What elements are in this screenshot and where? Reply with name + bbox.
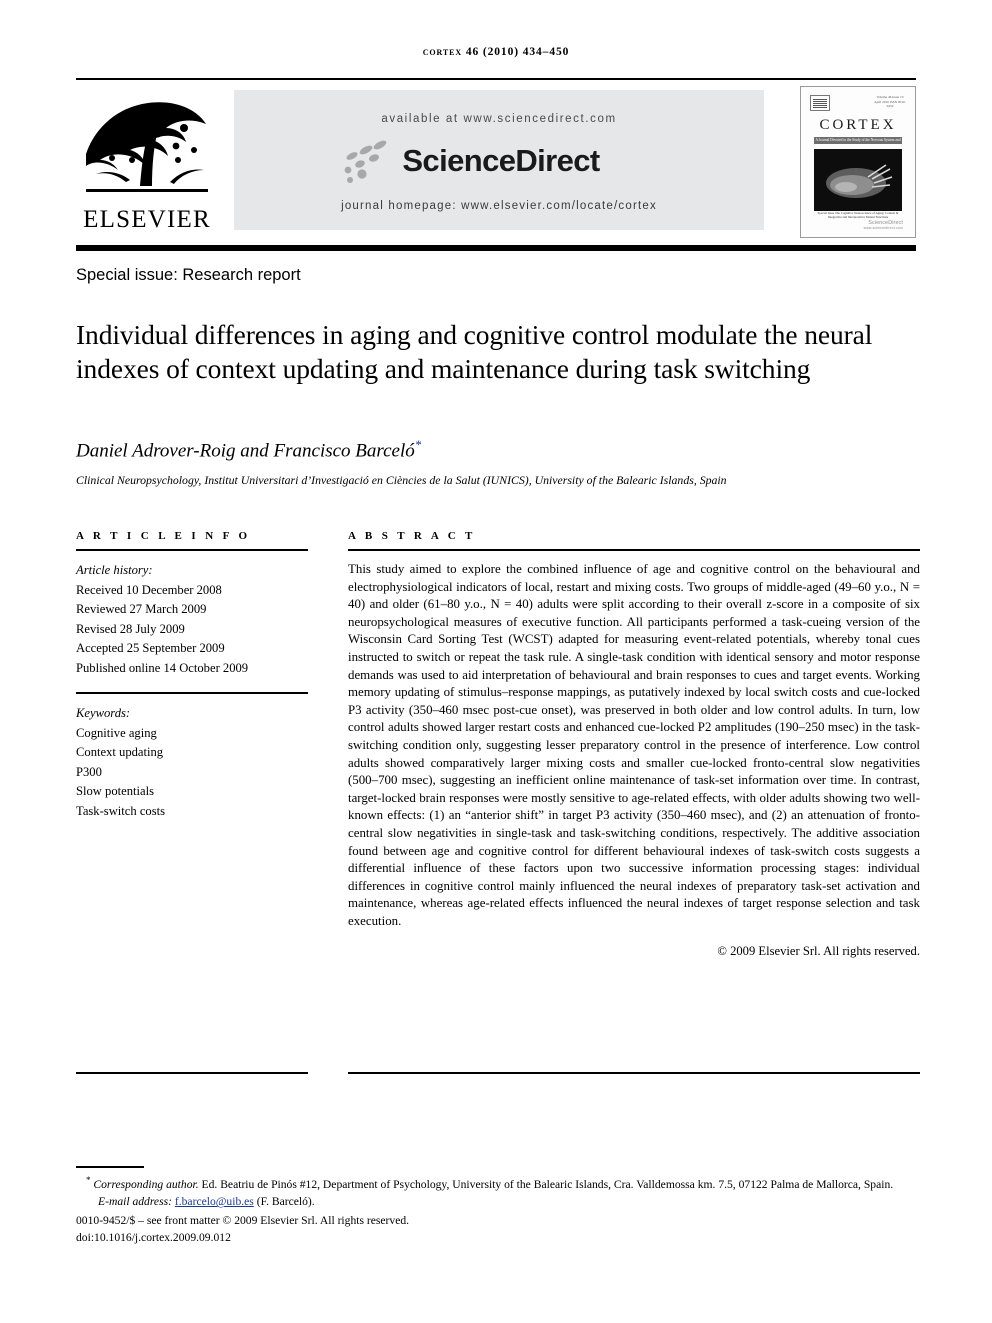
email-label: E-mail address: xyxy=(98,1195,172,1209)
article-history-title: Article history: xyxy=(76,563,153,577)
email-note: E-mail address: f.barcelo@uib.es (F. Bar… xyxy=(76,1194,922,1211)
keyword-item: Task-switch costs xyxy=(76,803,166,818)
paper-page: cortex 46 (2010) 434–450 ELSEVIER availa… xyxy=(0,0,992,1323)
page-title: Individual differences in aging and cogn… xyxy=(76,319,873,385)
copyright-line: © 2009 Elsevier Srl. All rights reserved… xyxy=(717,944,920,959)
header-rule xyxy=(76,78,916,80)
keyword-item: Slow potentials xyxy=(76,784,155,798)
journal-homepage-text: journal homepage: www.elsevier.com/locat… xyxy=(341,200,657,212)
article-history-item: Received 10 December 2008 xyxy=(76,582,222,597)
article-info-bottom-rule xyxy=(76,1072,308,1074)
abstract-rule xyxy=(348,549,920,551)
elsevier-tree-icon xyxy=(80,90,214,200)
email-link[interactable]: f.barcelo@uib.es xyxy=(175,1195,254,1208)
footnote-rule xyxy=(76,1166,144,1168)
elsevier-logo: ELSEVIER xyxy=(76,88,218,236)
running-head: cortex 46 (2010) 434–450 xyxy=(422,46,570,58)
sciencedirect-wordmark: ScienceDirect xyxy=(402,143,600,178)
article-history-item: Accepted 25 September 2009 xyxy=(76,641,225,655)
cover-issue-meta: Volume 46 Issue 10 April 2010 ISSN 0010-… xyxy=(874,95,906,109)
article-info-rule xyxy=(76,549,308,551)
keyword-item: Context updating xyxy=(76,745,164,759)
abstract-text: This study aimed to explore the combined… xyxy=(348,562,920,928)
cover-brain-image xyxy=(814,149,902,211)
abstract-heading: A B S T R A C T xyxy=(348,530,476,542)
keywords-title: Keywords: xyxy=(76,706,131,720)
footnote-marker: * xyxy=(86,1175,91,1185)
article-type-label: Special issue: Research report xyxy=(76,266,301,284)
cover-sciencedirect-sub: www.sciencedirect.com xyxy=(863,226,903,230)
journal-cover-thumbnail: Volume 46 Issue 10 April 2010 ISSN 0010-… xyxy=(800,86,916,238)
cover-journal-subtitle: A Journal Devoted to the Study of the Ne… xyxy=(814,137,902,144)
cover-publisher-logo-icon xyxy=(810,95,830,111)
email-owner: (F. Barceló). xyxy=(256,1195,315,1209)
keywords-rule xyxy=(76,692,308,694)
article-history-item: Published online 14 October 2009 xyxy=(76,660,249,675)
doi-line: doi:10.1016/j.cortex.2009.09.012 xyxy=(76,1231,231,1245)
keyword-item: Cognitive aging xyxy=(76,725,157,740)
cover-sciencedirect-mark: ScienceDirect www.sciencedirect.com xyxy=(864,220,903,230)
corresponding-author-marker: * xyxy=(414,437,422,452)
keywords-list: Keywords: Cognitive aging Context updati… xyxy=(76,704,308,821)
author-names: Daniel Adrover-Roig and Francisco Barcel… xyxy=(76,440,415,462)
corresponding-author-note: * Corresponding author. Ed. Beatriu de P… xyxy=(76,1172,922,1193)
article-info-heading: A R T I C L E I N F O xyxy=(76,530,251,542)
sciencedirect-banner: available at www.sciencedirect.com Scien… xyxy=(234,90,764,230)
cover-journal-title: CORTEX xyxy=(819,117,897,133)
keyword-item: P300 xyxy=(76,764,102,779)
abstract-bottom-rule xyxy=(348,1072,920,1074)
elsevier-wordmark: ELSEVIER xyxy=(83,206,211,233)
sciencedirect-logo: ScienceDirect xyxy=(234,138,764,188)
article-history-item: Reviewed 27 March 2009 xyxy=(76,602,207,616)
corresponding-author-label: Corresponding author. xyxy=(93,1177,199,1191)
masthead-bottom-rule xyxy=(76,245,916,251)
masthead: ELSEVIER available at www.sciencedirect.… xyxy=(76,86,916,238)
tree-baseline xyxy=(86,189,208,192)
sciencedirect-dots-icon xyxy=(336,140,396,184)
article-info-column: A R T I C L E I N F O Article history: R… xyxy=(76,530,308,821)
front-matter-line: 0010-9452/$ – see front matter © 2009 El… xyxy=(76,1213,410,1227)
article-history: Article history: Received 10 December 20… xyxy=(76,561,308,678)
corresponding-author-address: Ed. Beatriu de Pinós #12, Department of … xyxy=(198,1177,894,1191)
abstract-column: A B S T R A C T This study aimed to expl… xyxy=(348,530,920,959)
author-affiliation: Clinical Neuropsychology, Institut Unive… xyxy=(76,473,727,487)
footnotes: * Corresponding author. Ed. Beatriu de P… xyxy=(76,1172,922,1247)
author-list: Daniel Adrover-Roig and Francisco Barcel… xyxy=(76,437,421,462)
article-history-item: Revised 28 July 2009 xyxy=(76,621,185,636)
available-at-text: available at www.sciencedirect.com xyxy=(381,113,617,125)
